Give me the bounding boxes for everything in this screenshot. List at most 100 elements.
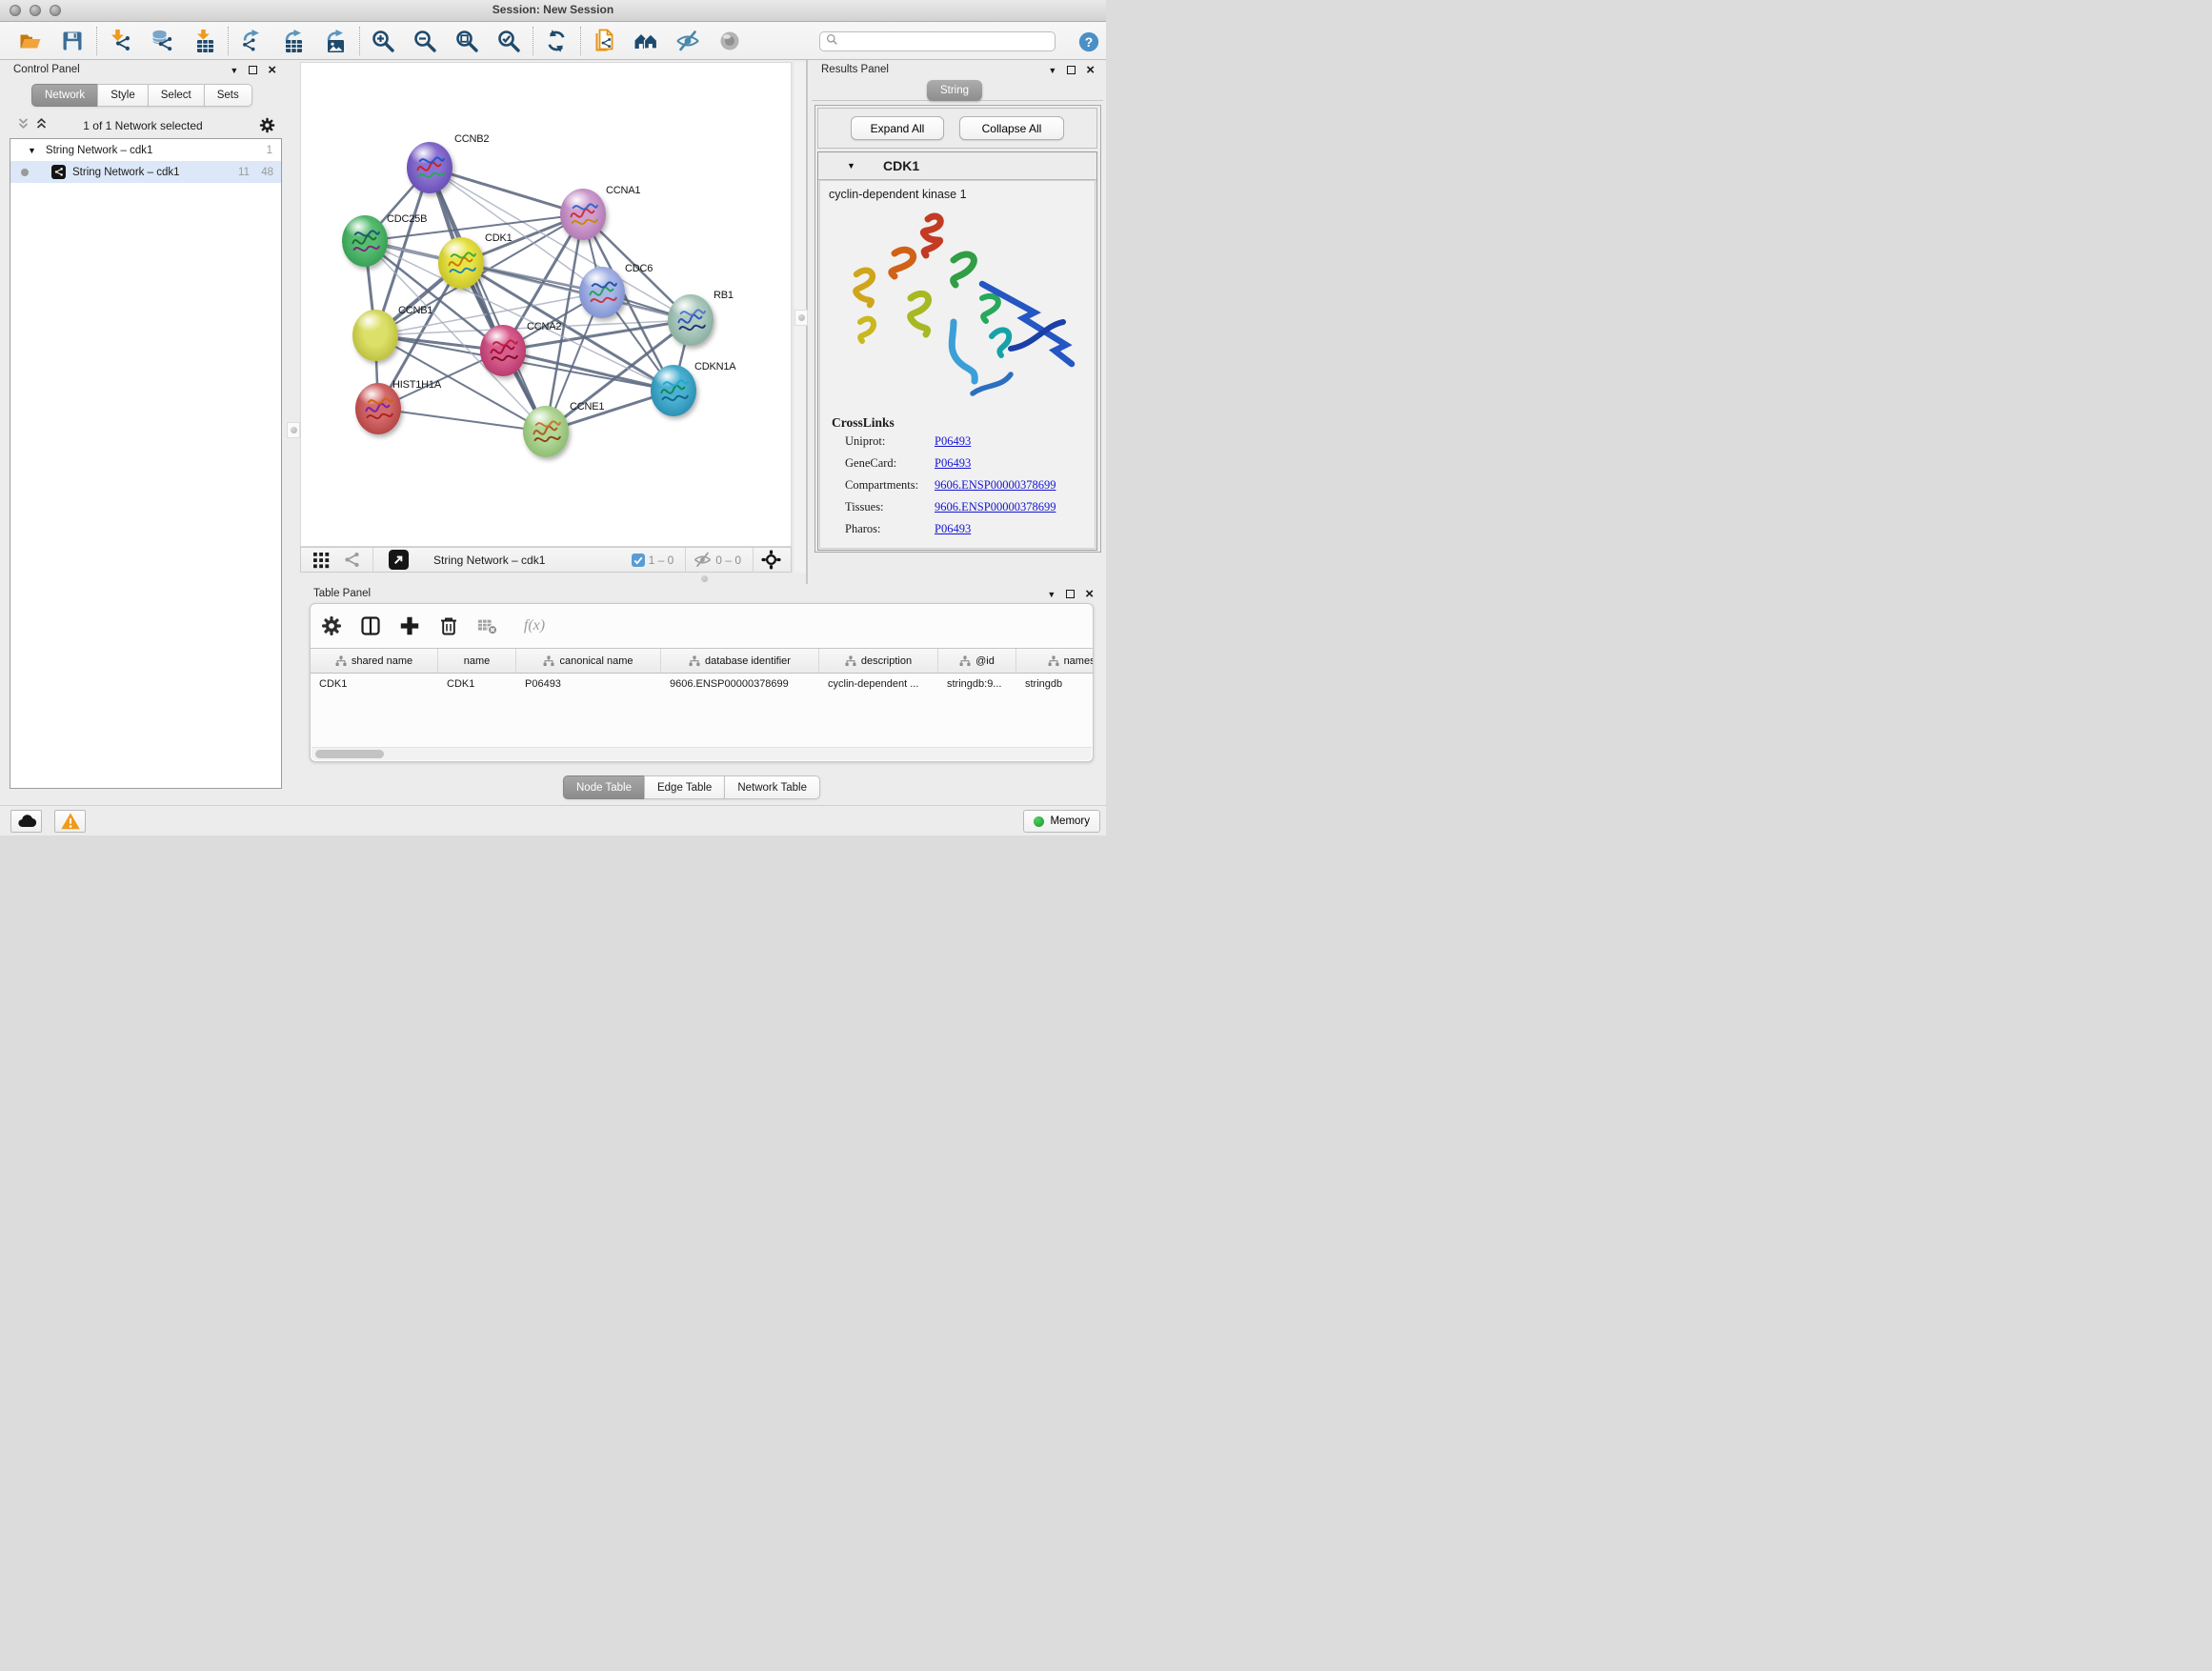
node-CCNB1[interactable] bbox=[352, 310, 398, 361]
zoom-out-icon[interactable] bbox=[412, 27, 440, 55]
node-CCNA1[interactable] bbox=[560, 189, 606, 240]
node-RB1[interactable] bbox=[668, 294, 714, 346]
open-folder-icon[interactable] bbox=[17, 27, 46, 55]
node-CDC25B[interactable] bbox=[342, 215, 388, 267]
import-database-icon[interactable] bbox=[149, 27, 177, 55]
warning-icon[interactable] bbox=[54, 810, 86, 833]
tab-sets[interactable]: Sets bbox=[204, 84, 252, 107]
tab-style[interactable]: Style bbox=[97, 84, 149, 107]
collapse-table-icon[interactable]: ▼ bbox=[1047, 590, 1056, 599]
node-HIST1H1A[interactable] bbox=[355, 383, 401, 434]
table-cell[interactable]: CDK1 bbox=[311, 674, 438, 697]
close-table-icon[interactable]: × bbox=[1085, 589, 1094, 599]
search-field[interactable] bbox=[819, 31, 1056, 51]
eye-icon[interactable] bbox=[716, 27, 745, 55]
zoom-in-icon[interactable] bbox=[370, 27, 398, 55]
network-collection-row[interactable]: ▼ String Network – cdk1 1 bbox=[10, 139, 281, 161]
node-CDKN1A[interactable] bbox=[651, 365, 696, 416]
table-cell[interactable]: stringdb:9... bbox=[938, 674, 1016, 697]
node-CDC6[interactable] bbox=[579, 267, 625, 318]
collection-disclosure-icon[interactable]: ▼ bbox=[28, 146, 36, 155]
right-splitter-grip[interactable] bbox=[794, 310, 808, 326]
table-horizontal-scrollbar[interactable] bbox=[312, 747, 1092, 760]
add-column-icon[interactable] bbox=[398, 614, 421, 637]
network-canvas[interactable]: CCNB2CCNA1CDC25BCDK1CDC6RB1CCNB1CCNA2CDK… bbox=[300, 62, 792, 547]
column-header-canonical-name[interactable]: canonical name bbox=[516, 649, 661, 673]
table-box: f(x) shared namenamecanonical namedataba… bbox=[310, 603, 1094, 762]
fit-crosshair-icon[interactable] bbox=[761, 550, 781, 570]
column-header-shared-name[interactable]: shared name bbox=[311, 649, 438, 673]
table-row[interactable]: CDK1CDK1P064939606.ENSP00000378699cyclin… bbox=[311, 674, 1094, 697]
table-cell[interactable]: 9606.ENSP00000378699 bbox=[661, 674, 819, 697]
delete-column-icon[interactable] bbox=[437, 614, 460, 637]
table-cell[interactable]: P06493 bbox=[516, 674, 661, 697]
tab-string[interactable]: String bbox=[927, 80, 982, 101]
open-in-new-window-icon[interactable] bbox=[389, 550, 409, 570]
result-entry-header[interactable]: ▼ CDK1 bbox=[818, 152, 1096, 180]
home-icon[interactable] bbox=[633, 27, 661, 55]
birds-eye-grid-icon[interactable] bbox=[312, 552, 330, 569]
import-table-icon[interactable] bbox=[191, 27, 219, 55]
import-network-icon[interactable] bbox=[107, 27, 135, 55]
left-splitter-grip[interactable] bbox=[287, 422, 300, 438]
float-table-icon[interactable] bbox=[1066, 590, 1075, 598]
expand-all-button[interactable]: Expand All bbox=[851, 116, 944, 140]
column-header-namespace[interactable]: namespace bbox=[1016, 649, 1094, 673]
tab-network[interactable]: Network bbox=[31, 84, 98, 107]
search-input[interactable] bbox=[838, 35, 1033, 49]
network-share-icon[interactable] bbox=[343, 551, 361, 569]
application-window: Session: New Session ? Control Panel ▼ ×… bbox=[0, 0, 1106, 836]
function-builder-icon[interactable]: f(x) bbox=[515, 614, 553, 637]
tab-network-table[interactable]: Network Table bbox=[724, 775, 820, 799]
collapse-all-button[interactable]: Collapse All bbox=[959, 116, 1064, 140]
float-results-icon[interactable] bbox=[1067, 66, 1076, 74]
node-CCNA2[interactable] bbox=[480, 325, 526, 376]
entry-disclosure-icon[interactable]: ▼ bbox=[847, 161, 855, 171]
bottom-splitter-grip[interactable] bbox=[697, 574, 712, 584]
tab-edge-table[interactable]: Edge Table bbox=[644, 775, 725, 799]
node-CCNB2[interactable] bbox=[407, 142, 452, 193]
crosslink-link[interactable]: 9606.ENSP00000378699 bbox=[935, 500, 1056, 514]
collapse-results-icon[interactable]: ▼ bbox=[1048, 66, 1056, 75]
network-row-selected[interactable]: String Network – cdk1 11 48 bbox=[10, 161, 281, 183]
column-header-description[interactable]: description bbox=[819, 649, 938, 673]
tab-select[interactable]: Select bbox=[148, 84, 205, 107]
export-network-icon[interactable] bbox=[238, 27, 267, 55]
node-CDK1[interactable] bbox=[438, 237, 484, 289]
document-share-icon[interactable] bbox=[591, 27, 619, 55]
table-options-gear-icon[interactable] bbox=[320, 614, 343, 637]
column-header-database-identifier[interactable]: database identifier bbox=[661, 649, 819, 673]
network-options-gear-icon[interactable] bbox=[259, 117, 275, 138]
float-panel-icon[interactable] bbox=[249, 66, 257, 74]
close-results-icon[interactable]: × bbox=[1086, 65, 1095, 75]
table-cell[interactable]: stringdb bbox=[1016, 674, 1094, 697]
zoom-fit-icon[interactable] bbox=[453, 27, 482, 55]
export-image-icon[interactable] bbox=[322, 27, 351, 55]
export-table-icon[interactable] bbox=[280, 27, 309, 55]
crosslink-link[interactable]: P06493 bbox=[935, 456, 971, 471]
selected-checkbox-icon[interactable] bbox=[632, 554, 645, 567]
memory-button[interactable]: Memory bbox=[1023, 810, 1100, 833]
crosslink-link[interactable]: P06493 bbox=[935, 522, 971, 536]
help-button[interactable]: ? bbox=[1077, 30, 1100, 53]
node-CCNE1[interactable] bbox=[523, 406, 569, 457]
show-columns-icon[interactable] bbox=[359, 614, 382, 637]
collapse-panel-icon[interactable]: ▼ bbox=[230, 66, 238, 75]
delete-table-icon[interactable] bbox=[476, 614, 499, 637]
close-panel-icon[interactable]: × bbox=[268, 65, 276, 75]
column-header--id[interactable]: @id bbox=[938, 649, 1016, 673]
control-panel-tabs: NetworkStyleSelectSets bbox=[32, 84, 252, 107]
cloud-icon[interactable] bbox=[10, 810, 42, 833]
table-cell[interactable]: CDK1 bbox=[438, 674, 516, 697]
eye-slash-icon[interactable] bbox=[674, 27, 703, 55]
zoom-selected-icon[interactable] bbox=[495, 27, 524, 55]
column-header-name[interactable]: name bbox=[438, 649, 516, 673]
crosslink-link[interactable]: 9606.ENSP00000378699 bbox=[935, 478, 1056, 493]
tab-node-table[interactable]: Node Table bbox=[563, 775, 645, 799]
scrollbar-thumb[interactable] bbox=[315, 750, 384, 758]
refresh-icon[interactable] bbox=[543, 27, 572, 55]
crosslink-row: Uniprot:P06493 bbox=[845, 434, 1093, 449]
table-cell[interactable]: cyclin-dependent ... bbox=[819, 674, 938, 697]
crosslink-link[interactable]: P06493 bbox=[935, 434, 971, 449]
save-icon[interactable] bbox=[59, 27, 88, 55]
